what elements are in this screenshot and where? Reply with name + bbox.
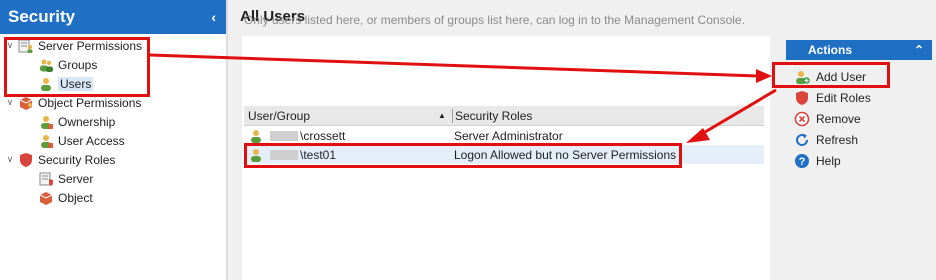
help-label: Help xyxy=(816,153,841,168)
refresh-button[interactable]: Refresh xyxy=(794,129,871,150)
sort-ascending-icon[interactable]: ▲ xyxy=(438,111,452,120)
user-access-icon xyxy=(41,134,53,148)
main-pane: All Users Only users listed here, or mem… xyxy=(228,0,770,280)
chevron-down-icon[interactable]: ∨ xyxy=(4,154,16,165)
sidebar-title: Security xyxy=(8,7,76,26)
help-icon: ? xyxy=(795,153,809,168)
tree-item-user-access[interactable]: User Access xyxy=(0,131,226,150)
actions-title: Actions xyxy=(808,43,853,57)
tree-item-ownership[interactable]: Ownership xyxy=(0,112,226,131)
user-icon xyxy=(251,129,261,143)
table-cell-role: Server Administrator xyxy=(454,128,563,143)
refresh-icon xyxy=(796,133,809,146)
annotation-box-server-permissions xyxy=(4,37,150,97)
user-name: \crossett xyxy=(300,128,346,143)
column-header-user-group[interactable]: User/Group xyxy=(244,109,438,123)
grid-header: User/Group ▲ Security Roles xyxy=(244,106,764,126)
column-divider[interactable] xyxy=(452,108,453,123)
shield-icon xyxy=(20,152,32,167)
info-text: Only users listed here, or members of gr… xyxy=(244,13,745,27)
tree-label-user-access: User Access xyxy=(58,133,125,148)
object-role-icon xyxy=(39,191,53,205)
tree-item-security-roles[interactable]: ∨ Security Roles xyxy=(0,150,226,169)
edit-roles-icon xyxy=(796,90,808,105)
actions-header: Actions ⌃ xyxy=(786,40,932,60)
tree-label-ownership: Ownership xyxy=(58,114,116,129)
help-button[interactable]: ? Help xyxy=(794,150,871,171)
table-cell-user: \crossett xyxy=(244,128,454,144)
sidebar-collapse-button[interactable]: ‹ xyxy=(211,9,216,25)
server-role-icon xyxy=(39,172,53,186)
remove-button[interactable]: Remove xyxy=(794,108,871,129)
svg-text:?: ? xyxy=(799,156,806,168)
tree-item-server[interactable]: Server xyxy=(0,169,226,188)
ownership-icon xyxy=(41,115,53,129)
tree-item-object[interactable]: Object xyxy=(0,188,226,207)
remove-label: Remove xyxy=(816,111,861,126)
tree-label-object-permissions: Object Permissions xyxy=(38,95,142,110)
redacted-domain xyxy=(270,130,298,141)
refresh-label: Refresh xyxy=(816,132,859,147)
column-header-security-roles[interactable]: Security Roles xyxy=(455,109,764,123)
edit-roles-button[interactable]: Edit Roles xyxy=(794,87,871,108)
chevron-down-icon[interactable]: ∨ xyxy=(4,97,16,108)
annotation-box-add-user xyxy=(772,62,890,88)
annotation-box-test01-row xyxy=(244,143,682,168)
edit-roles-label: Edit Roles xyxy=(816,90,871,105)
sidebar-header: Security ‹ xyxy=(0,0,226,34)
tree-label-security-roles: Security Roles xyxy=(38,152,116,167)
collapse-up-icon[interactable]: ⌃ xyxy=(914,43,924,57)
tree-label-object: Object xyxy=(58,190,93,205)
tree-label-server: Server xyxy=(58,171,94,186)
actions-pane: Actions ⌃ Add User Edit Roles Remove Ref… xyxy=(770,0,936,280)
remove-icon xyxy=(794,111,810,126)
security-window: Security ‹ ∨ Server Permissions Groups U… xyxy=(0,0,936,280)
